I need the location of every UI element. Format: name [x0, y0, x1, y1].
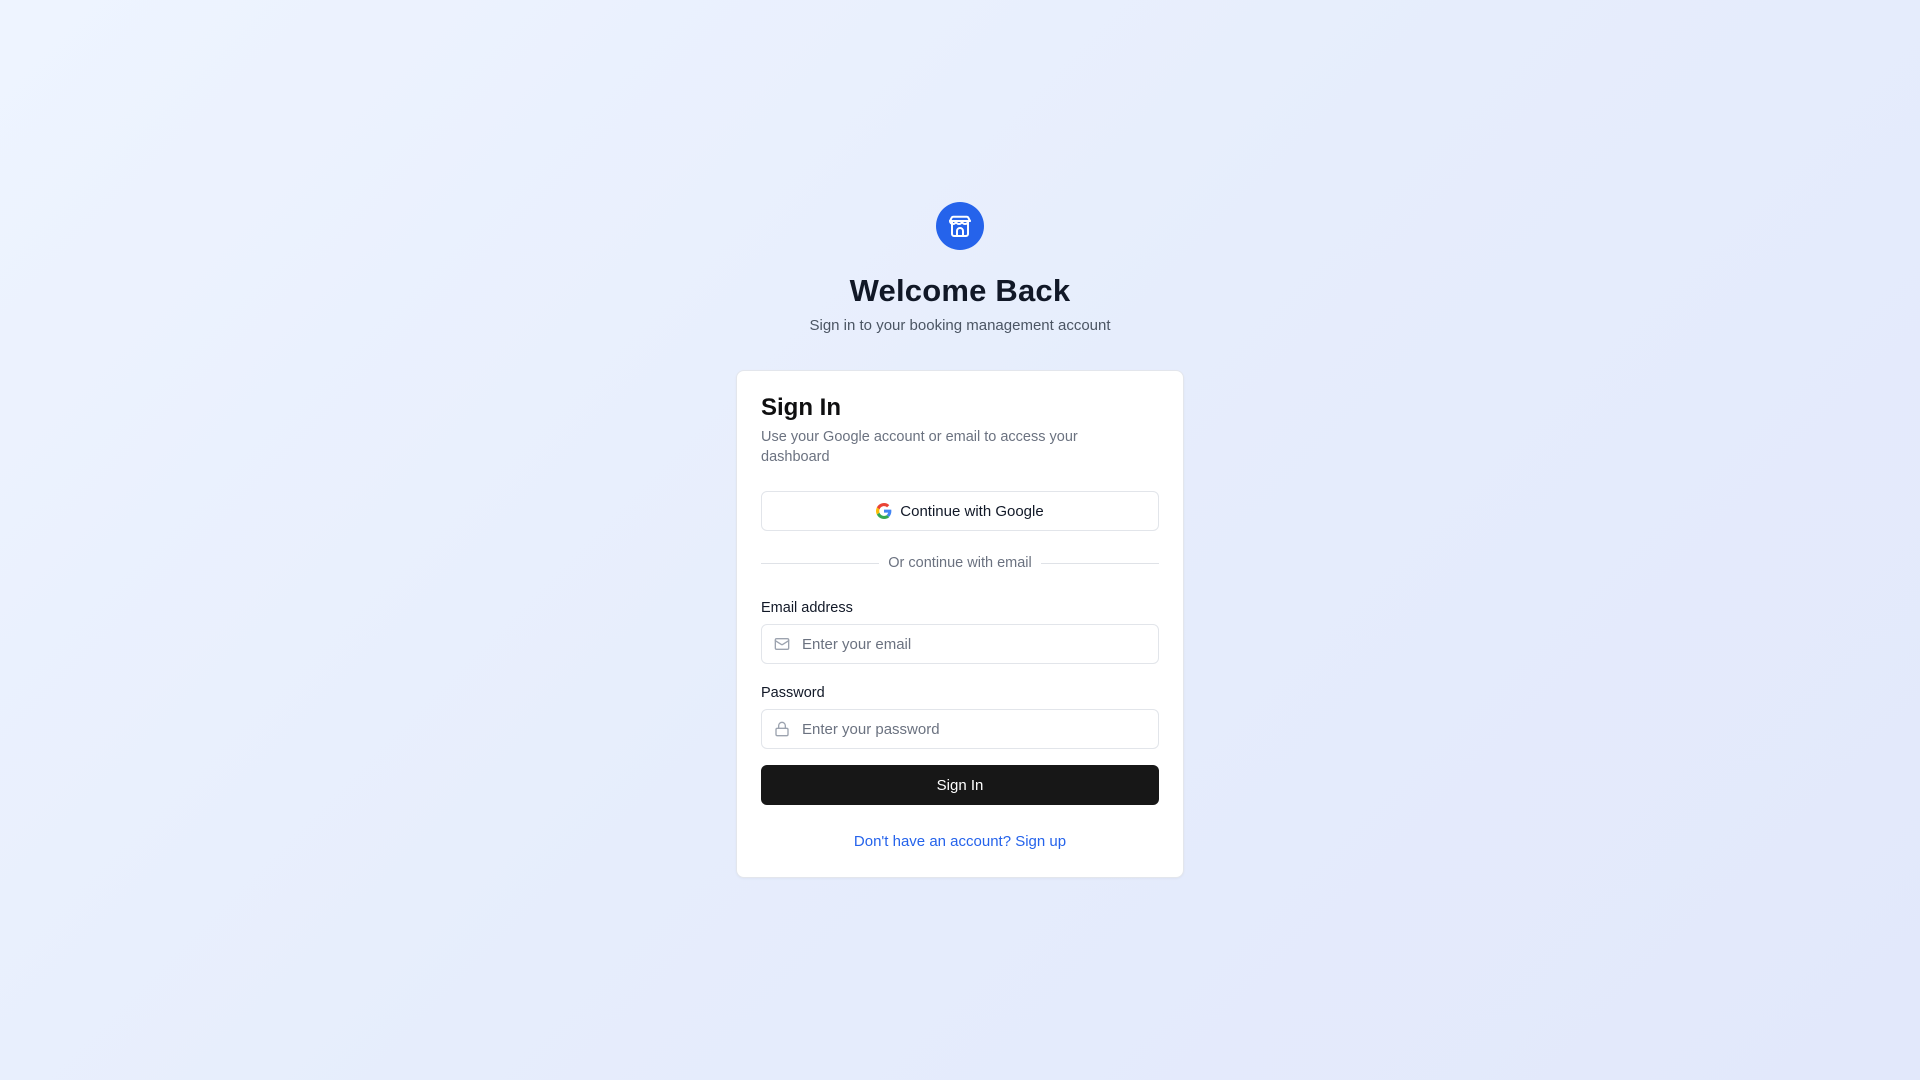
logo [936, 202, 984, 250]
divider-line-left [761, 562, 880, 564]
page-subtitle: Sign in to your booking management accou… [809, 317, 1111, 334]
password-label: Password [761, 685, 825, 701]
mail-icon [774, 636, 790, 652]
google-sign-in-button[interactable]: Continue with Google [761, 491, 1159, 531]
divider-line-right [1040, 562, 1160, 564]
google-button-label: Continue with Google [900, 502, 1044, 520]
sign-in-button[interactable]: Sign In [761, 765, 1159, 805]
sign-up-link[interactable]: Don't have an account? Sign up [761, 833, 1159, 850]
store-icon [949, 215, 971, 237]
lock-icon [774, 721, 790, 737]
divider-text: Or continue with email [888, 555, 1032, 571]
sign-in-page: Welcome Back Sign in to your booking man… [0, 0, 1920, 1080]
password-field[interactable] [802, 720, 1142, 738]
password-field-wrapper[interactable] [761, 709, 1159, 749]
email-field[interactable] [802, 635, 1142, 653]
google-icon [876, 503, 892, 519]
email-label: Email address [761, 600, 853, 616]
sign-in-card: Sign In Use your Google account or email… [736, 370, 1184, 878]
page-title: Welcome Back [849, 273, 1071, 308]
welcome-header: Welcome Back Sign in to your booking man… [0, 202, 1920, 336]
card-description: Use your Google account or email to acce… [761, 429, 1078, 465]
email-field-wrapper[interactable] [761, 624, 1159, 664]
card-title: Sign In [761, 394, 841, 421]
divider: Or continue with email [761, 553, 1160, 573]
